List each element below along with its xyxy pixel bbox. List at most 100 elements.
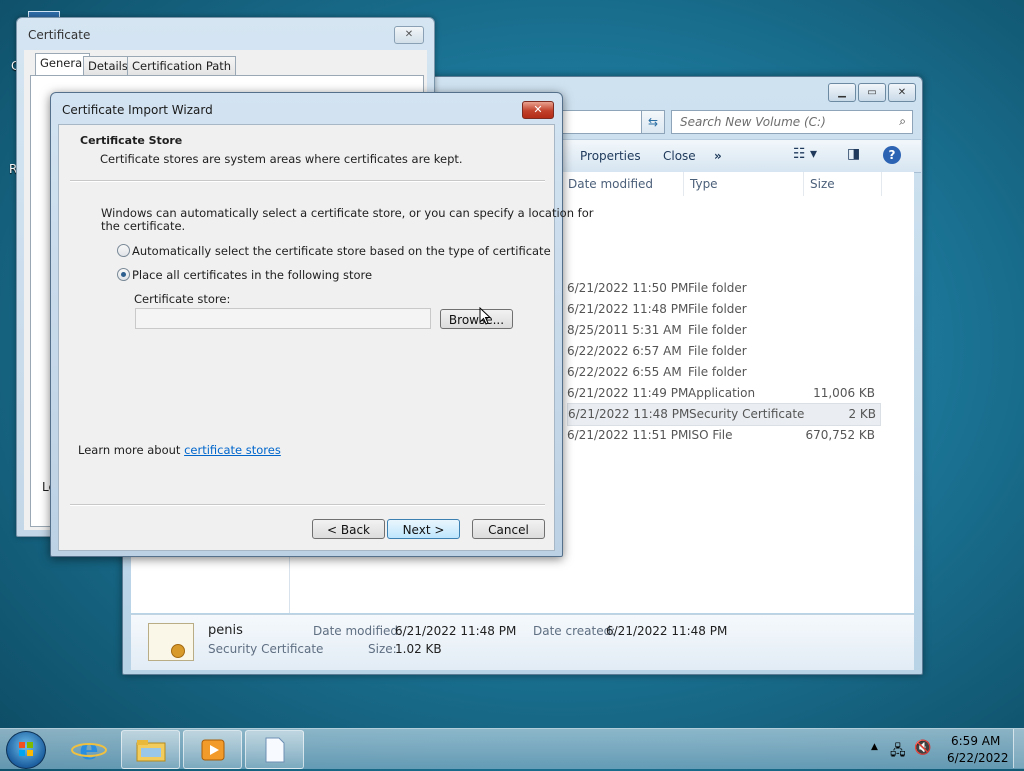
mouse-cursor-icon [479,306,492,328]
svg-text:e: e [79,733,98,765]
back-button[interactable]: < Back [312,519,385,539]
close-command-button[interactable]: Close [663,149,696,163]
table-row[interactable]: 6/21/2022 11:51 PM ISO File 670,752 KB [567,425,879,446]
media-player-icon [201,739,224,760]
details-created-label: Date created: [533,624,616,638]
row-type: Security Certificate [689,407,805,421]
details-size-label: Size: [368,642,397,656]
certificate-store-field[interactable] [135,308,431,329]
details-modified-value: 6/21/2022 11:48 PM [395,624,517,638]
volume-muted-icon[interactable]: 🔇 [914,740,931,756]
row-type: File folder [688,344,747,358]
table-row[interactable]: 8/25/2011 5:31 AM File folder [567,320,879,341]
row-type: File folder [688,365,747,379]
certificate-dialog-close-button[interactable]: ✕ [394,26,424,44]
internet-explorer-icon[interactable]: e [70,732,108,767]
help-icon[interactable]: ? [883,146,901,164]
clock-time[interactable]: 6:59 AM [951,734,1000,748]
table-row[interactable]: 6/22/2022 6:57 AM File folder [567,341,879,362]
radio-auto-select[interactable] [117,244,130,257]
table-row[interactable]: 6/22/2022 6:55 AM File folder [567,362,879,383]
table-row[interactable]: 6/21/2022 11:49 PM Application 11,006 KB [567,383,879,404]
close-button[interactable]: ✕ [888,83,916,102]
row-type: File folder [688,302,747,316]
column-header-type[interactable]: Type [684,172,804,196]
row-date: 6/21/2022 11:51 PM [567,428,689,442]
header-divider [70,180,545,182]
table-row-selected[interactable]: 6/21/2022 11:48 PM Security Certificate … [567,403,881,426]
cancel-button[interactable]: Cancel [472,519,545,539]
intro-text-line2: the certificate. [101,219,186,233]
taskbar: e ▲ 🖧 🔇 6:59 AM 6/22/2022 [0,728,1024,769]
section-description: Certificate stores are system areas wher… [100,152,463,166]
view-options-icon[interactable]: ☷ ▾ [793,146,817,162]
row-type: File folder [688,323,747,337]
table-row[interactable]: 6/21/2022 11:50 PM File folder [567,278,879,299]
tab-certification-path[interactable]: Certification Path [127,56,237,75]
document-icon [265,737,284,762]
minimize-button[interactable]: ▁ [828,83,856,102]
column-header-size[interactable]: Size [804,172,882,196]
row-date: 6/21/2022 11:50 PM [567,281,689,295]
refresh-button[interactable]: ⇆ [641,110,665,134]
preview-pane-icon[interactable]: ◨ [847,146,860,162]
refresh-icon: ⇆ [647,115,659,129]
details-created-value: 6/21/2022 11:48 PM [606,624,728,638]
tab-details[interactable]: Details [83,56,133,75]
details-pane: penis Security Certificate Date modified… [131,614,914,670]
certificate-stores-link[interactable]: certificate stores [184,443,281,457]
row-date: 8/25/2011 5:31 AM [567,323,682,337]
start-button[interactable] [6,731,46,769]
details-size-value: 1.02 KB [395,642,442,656]
table-row[interactable]: 6/21/2022 11:48 PM File folder [567,299,879,320]
certificate-dialog-title: Certificate [28,28,91,42]
learn-more-text: Learn more about certificate stores [78,443,281,457]
row-date: 6/21/2022 11:48 PM [568,407,690,421]
folder-icon [136,739,165,761]
browse-button[interactable]: Browse... [440,309,513,329]
show-hidden-icons-icon[interactable]: ▲ [871,742,878,752]
radio-auto-select-label[interactable]: Automatically select the certificate sto… [132,244,551,258]
row-type: File folder [688,281,747,295]
taskbar-document-button[interactable] [245,730,304,769]
properties-button[interactable]: Properties [580,149,641,163]
taskbar-media-player-button[interactable] [183,730,242,769]
row-date: 6/21/2022 11:49 PM [567,386,689,400]
details-file-kind: Security Certificate [208,642,324,656]
windows-logo-icon [19,742,33,756]
row-type: Application [688,386,756,400]
row-size: 670,752 KB [805,428,875,442]
search-placeholder: Search New Volume (C:) [680,115,826,129]
taskbar-explorer-button[interactable] [121,730,180,769]
search-input[interactable]: Search New Volume (C:) ⌕ [671,110,913,134]
row-date: 6/22/2022 6:55 AM [567,365,682,379]
next-button[interactable]: Next > [387,519,460,539]
column-header-date[interactable]: Date modified [562,172,684,196]
wizard-close-button[interactable]: ✕ [522,101,554,119]
network-icon[interactable]: 🖧 [890,740,906,764]
certificate-import-wizard: Certificate Import Wizard ✕ Certificate … [50,92,593,557]
more-commands-button[interactable]: » [714,149,722,163]
footer-divider [70,504,545,506]
row-date: 6/22/2022 6:57 AM [567,344,682,358]
seal-icon [171,644,185,658]
row-type: ISO File [688,428,733,442]
learn-more-prefix: Learn more about [78,443,185,457]
search-icon[interactable]: ⌕ [899,114,906,129]
maximize-button[interactable]: ▭ [858,83,886,102]
details-file-name: penis [208,623,243,638]
caption-buttons: ▁ ▭ ✕ [828,83,916,102]
section-title: Certificate Store [80,134,183,147]
details-modified-label: Date modified: [313,624,403,638]
radio-place-all-label[interactable]: Place all certificates in the following … [132,268,372,282]
row-date: 6/21/2022 11:48 PM [567,302,689,316]
wizard-title: Certificate Import Wizard [62,103,213,117]
wizard-body: Certificate Store Certificate stores are… [58,124,593,551]
store-label: Certificate store: [134,292,231,306]
row-size: 2 KB [848,407,876,421]
show-desktop-button[interactable] [1013,729,1024,768]
certificate-file-icon [148,623,194,661]
row-size: 11,006 KB [813,386,875,400]
radio-place-all[interactable] [117,268,130,281]
clock-date[interactable]: 6/22/2022 [947,751,1009,765]
